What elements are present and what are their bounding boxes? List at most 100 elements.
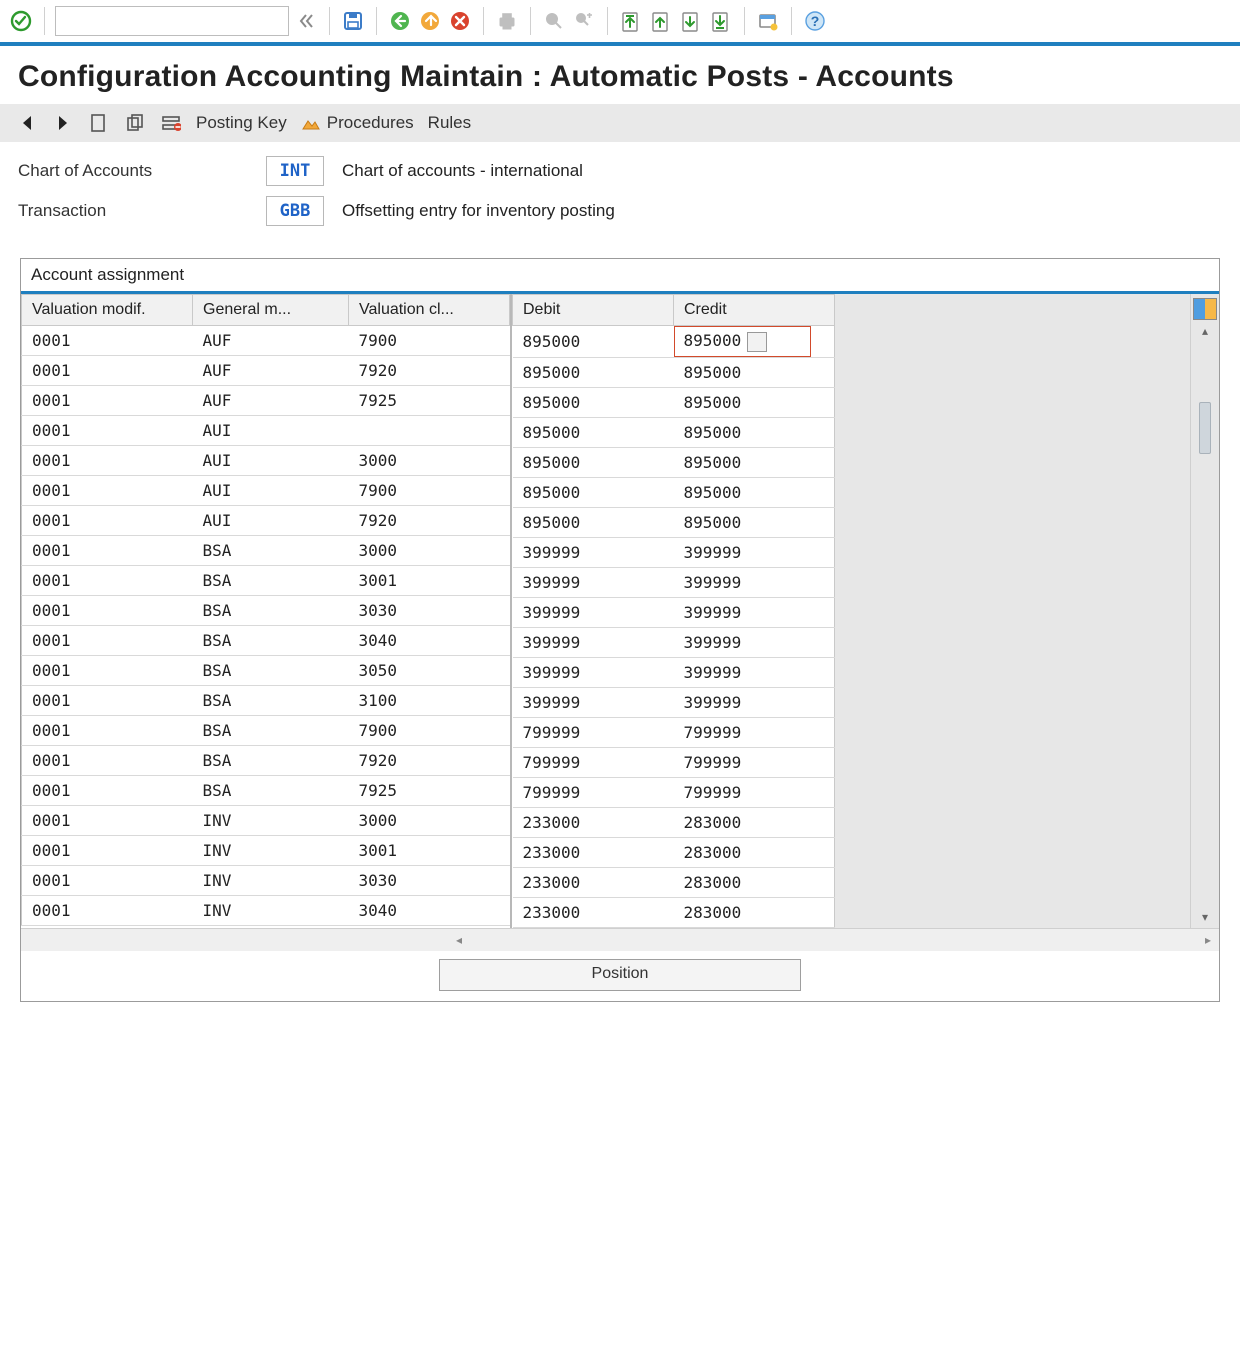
cell-cr[interactable]: 895000 — [674, 477, 835, 507]
table-row[interactable]: 0001INV3040 — [22, 896, 510, 926]
cell-gm[interactable]: BSA — [193, 596, 349, 626]
cell-vc[interactable]: 3100 — [349, 686, 510, 716]
save-icon[interactable] — [340, 8, 366, 34]
cell-vm[interactable]: 0001 — [22, 566, 193, 596]
scroll-right-icon[interactable]: ▸ — [1197, 933, 1219, 947]
table-row[interactable]: 0001BSA7900 — [22, 716, 510, 746]
cell-vc[interactable]: 3040 — [349, 626, 510, 656]
cell-vm[interactable]: 0001 — [22, 416, 193, 446]
table-row[interactable]: 399999399999 — [513, 537, 835, 567]
table-row[interactable]: 895000895000 — [513, 326, 835, 358]
cell-gm[interactable]: AUI — [193, 416, 349, 446]
cell-gm[interactable]: BSA — [193, 686, 349, 716]
cell-gm[interactable]: BSA — [193, 716, 349, 746]
cell-vc[interactable]: 7925 — [349, 776, 510, 806]
cell-vc[interactable]: 3050 — [349, 656, 510, 686]
col-valuation-modif[interactable]: Valuation modif. — [22, 295, 193, 326]
col-debit[interactable]: Debit — [513, 295, 674, 326]
col-credit[interactable]: Credit — [674, 295, 835, 326]
cell-vm[interactable]: 0001 — [22, 536, 193, 566]
cell-gm[interactable]: BSA — [193, 536, 349, 566]
cell-vc[interactable]: 3040 — [349, 896, 510, 926]
cell-cr[interactable]: 799999 — [674, 777, 835, 807]
scroll-up-icon[interactable]: ▴ — [1202, 320, 1208, 342]
procedures-button[interactable]: Procedures — [301, 113, 414, 133]
cell-cr[interactable]: 799999 — [674, 717, 835, 747]
cell-db[interactable]: 895000 — [513, 447, 674, 477]
table-row[interactable]: 0001AUI7900 — [22, 476, 510, 506]
cell-vc[interactable]: 7900 — [349, 716, 510, 746]
vertical-scrollbar[interactable]: ▴ ▾ — [1190, 294, 1219, 928]
table-row[interactable]: 399999399999 — [513, 657, 835, 687]
help-icon[interactable]: ? — [802, 8, 828, 34]
col-general-modif[interactable]: General m... — [193, 295, 349, 326]
cell-db[interactable]: 399999 — [513, 597, 674, 627]
table-row[interactable]: 233000283000 — [513, 897, 835, 927]
new-entries-icon[interactable] — [88, 112, 110, 134]
table-row[interactable]: 0001INV3000 — [22, 806, 510, 836]
cell-vm[interactable]: 0001 — [22, 626, 193, 656]
delete-icon[interactable] — [160, 112, 182, 134]
cell-vc[interactable]: 3030 — [349, 866, 510, 896]
cell-cr[interactable]: 399999 — [674, 627, 835, 657]
chevrons-left-icon[interactable] — [293, 8, 319, 34]
cell-vc[interactable]: 7920 — [349, 746, 510, 776]
table-row[interactable]: 895000895000 — [513, 477, 835, 507]
table-row[interactable]: 0001AUI7920 — [22, 506, 510, 536]
last-page-icon[interactable] — [708, 8, 734, 34]
cell-gm[interactable]: AUF — [193, 326, 349, 356]
cell-db[interactable]: 799999 — [513, 777, 674, 807]
cell-db[interactable]: 233000 — [513, 867, 674, 897]
cell-vm[interactable]: 0001 — [22, 866, 193, 896]
cell-db[interactable]: 399999 — [513, 627, 674, 657]
rules-button[interactable]: Rules — [428, 113, 471, 133]
cell-vm[interactable]: 0001 — [22, 476, 193, 506]
cell-vm[interactable]: 0001 — [22, 836, 193, 866]
cell-vm[interactable]: 0001 — [22, 896, 193, 926]
cell-vm[interactable]: 0001 — [22, 356, 193, 386]
cell-gm[interactable]: INV — [193, 896, 349, 926]
cell-db[interactable]: 399999 — [513, 567, 674, 597]
next-entry-icon[interactable] — [52, 112, 74, 134]
table-row[interactable]: 895000895000 — [513, 387, 835, 417]
copy-icon[interactable] — [124, 112, 146, 134]
table-row[interactable]: 233000283000 — [513, 837, 835, 867]
f4-help-icon[interactable] — [747, 332, 767, 352]
table-row[interactable]: 399999399999 — [513, 597, 835, 627]
cell-vm[interactable]: 0001 — [22, 686, 193, 716]
command-field[interactable] — [55, 6, 289, 36]
cell-vc[interactable]: 3001 — [349, 836, 510, 866]
prev-page-icon[interactable] — [648, 8, 674, 34]
cell-vm[interactable]: 0001 — [22, 596, 193, 626]
cell-db[interactable]: 233000 — [513, 837, 674, 867]
cell-vc[interactable]: 3000 — [349, 446, 510, 476]
cell-cr[interactable]: 895000 — [674, 447, 835, 477]
cell-db[interactable]: 895000 — [513, 387, 674, 417]
table-row[interactable]: 0001BSA3000 — [22, 536, 510, 566]
cell-cr[interactable]: 283000 — [674, 807, 835, 837]
posting-key-button[interactable]: Posting Key — [196, 113, 287, 133]
cell-gm[interactable]: BSA — [193, 746, 349, 776]
cell-cr[interactable]: 895000 — [674, 507, 835, 537]
cell-db[interactable]: 895000 — [513, 417, 674, 447]
cell-gm[interactable]: BSA — [193, 626, 349, 656]
cell-cr[interactable]: 399999 — [674, 597, 835, 627]
horizontal-scrollbar[interactable]: ◂ ▸ — [21, 928, 1219, 951]
cell-gm[interactable]: AUF — [193, 356, 349, 386]
cell-db[interactable]: 799999 — [513, 717, 674, 747]
next-page-icon[interactable] — [678, 8, 704, 34]
cell-vm[interactable]: 0001 — [22, 776, 193, 806]
table-row[interactable]: 0001INV3001 — [22, 836, 510, 866]
table-row[interactable]: 895000895000 — [513, 357, 835, 387]
table-row[interactable]: 0001BSA7925 — [22, 776, 510, 806]
cell-db[interactable]: 399999 — [513, 687, 674, 717]
cell-db[interactable]: 895000 — [513, 326, 674, 358]
cell-cr[interactable]: 283000 — [674, 837, 835, 867]
table-row[interactable]: 0001BSA3100 — [22, 686, 510, 716]
back-icon[interactable] — [387, 8, 413, 34]
cell-gm[interactable]: AUF — [193, 386, 349, 416]
table-row[interactable]: 895000895000 — [513, 447, 835, 477]
cell-gm[interactable]: INV — [193, 806, 349, 836]
cell-vm[interactable]: 0001 — [22, 386, 193, 416]
cell-vc[interactable]: 3030 — [349, 596, 510, 626]
